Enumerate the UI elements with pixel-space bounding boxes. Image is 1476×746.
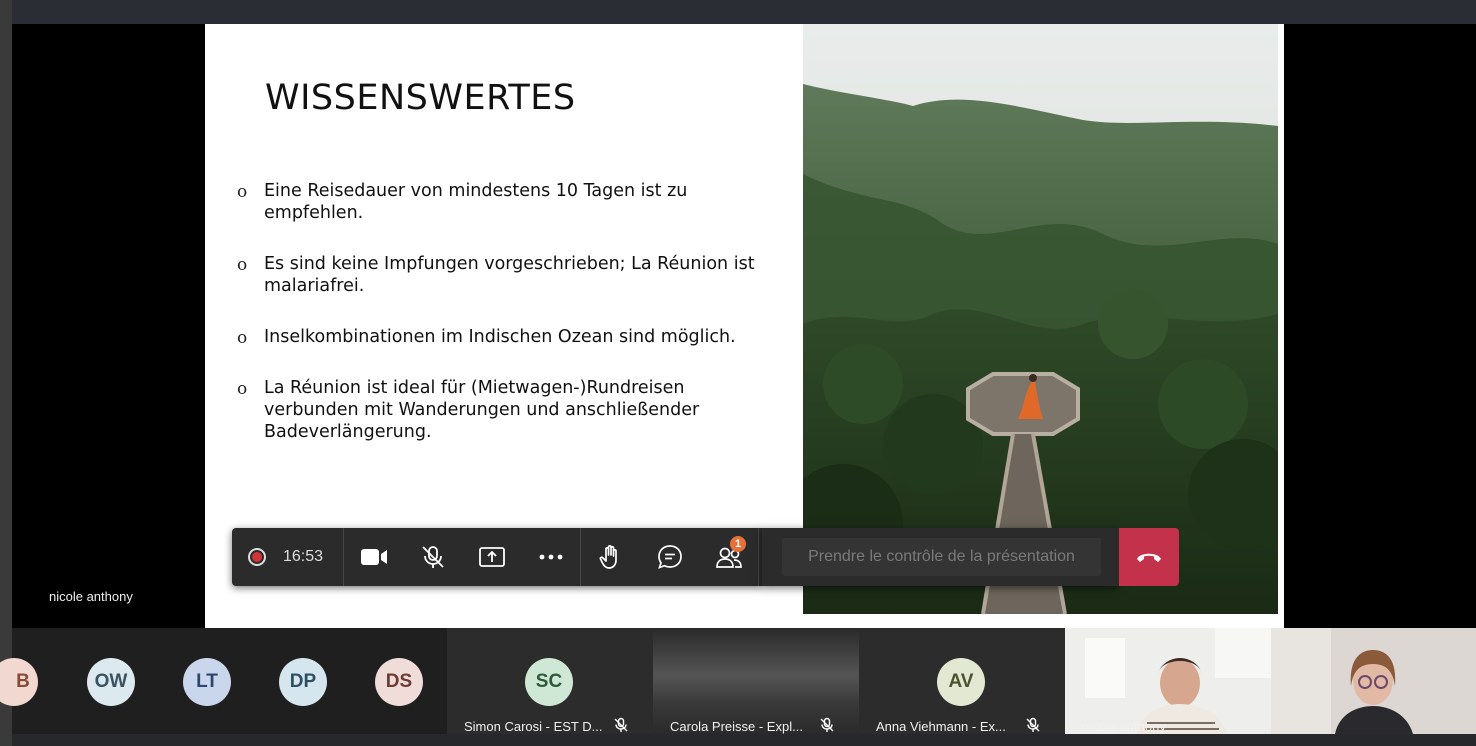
mic-off-icon [614, 717, 628, 732]
raise-hand-button[interactable] [581, 528, 640, 586]
participant-tile[interactable]: AV Anna Viehmann - Ex... [859, 628, 1065, 734]
participant-tile[interactable]: Carola Preisse - Expl... [653, 628, 859, 734]
meeting-top-bar [12, 0, 1476, 24]
bullet-mark: o [237, 328, 248, 348]
toolbar-divider [758, 528, 760, 586]
meeting-timer: 16:53 [283, 548, 324, 565]
slide-bullet: o Inselkombinationen im Indischen Ozean s… [237, 327, 736, 348]
slide-bullet: o Eine Reisedauer von mindestens 10 Tagen… [237, 181, 688, 223]
participant-name: nicole anthony [1082, 719, 1166, 734]
take-control-panel: Prendre le contrôle de la présentation [762, 528, 1119, 586]
raise-hand-icon [599, 545, 617, 569]
participants-button[interactable]: 1 [699, 528, 758, 586]
bullet-mark: o [237, 379, 248, 399]
share-screen-icon [478, 547, 505, 567]
camera-button[interactable] [344, 528, 403, 586]
participant-avatar: AV [937, 658, 985, 706]
bullet-mark: o [237, 255, 248, 275]
mute-button[interactable] [403, 528, 462, 586]
share-screen-button[interactable] [462, 528, 521, 586]
hang-up-icon [1137, 553, 1161, 562]
bullet-mark: o [237, 182, 248, 202]
slide-photo-jungle-viewpoint [803, 24, 1278, 614]
participant-avatar[interactable]: LT [183, 658, 231, 706]
participant-avatar: SC [525, 658, 573, 706]
mic-off-icon [421, 546, 444, 568]
participant-name: Anna Viehmann - Ex... [876, 719, 1006, 734]
window-bottom-edge [12, 734, 1476, 746]
presenter-name-label: nicole anthony [49, 589, 133, 604]
participant-name: Carola Preisse - Expl... [670, 719, 803, 734]
recording-indicator[interactable]: 16:53 [232, 528, 343, 586]
take-control-button[interactable]: Prendre le contrôle de la présentation [782, 538, 1101, 576]
slide-bullet: o La Réunion ist ideal für (Mietwagen-)Ru… [237, 378, 700, 442]
participant-avatar[interactable]: DS [375, 658, 423, 706]
more-actions-button[interactable] [521, 528, 580, 586]
participant-avatar[interactable]: DP [279, 658, 327, 706]
participant-video-feed [1271, 628, 1476, 734]
meeting-toolbar: 16:53 1 [232, 528, 762, 586]
slide-bullet-list: o Eine Reisedauer von mindestens 10 Tagen… [237, 180, 767, 472]
chat-icon [657, 545, 682, 569]
more-icon [539, 554, 562, 560]
camera-icon [360, 549, 387, 565]
participant-video-tile[interactable]: nicole anthony [1065, 628, 1271, 734]
participant-avatar[interactable]: OW [87, 658, 135, 706]
record-icon [248, 548, 266, 566]
participant-name: Simon Carosi - EST D... [464, 719, 603, 734]
window-left-edge [0, 0, 12, 746]
slide-bullet: o Es sind keine Impfungen vorgeschrieben;… [237, 254, 755, 296]
slide-title: WISSENSWERTES [265, 78, 576, 118]
chat-button[interactable] [640, 528, 699, 586]
participants-count-badge: 1 [730, 536, 747, 552]
hang-up-button[interactable] [1119, 528, 1179, 586]
participant-tile[interactable]: SC Simon Carosi - EST D... [447, 628, 653, 734]
participant-video-tile[interactable] [1271, 628, 1476, 734]
mic-off-icon [1026, 717, 1040, 732]
mic-off-icon [820, 717, 834, 732]
